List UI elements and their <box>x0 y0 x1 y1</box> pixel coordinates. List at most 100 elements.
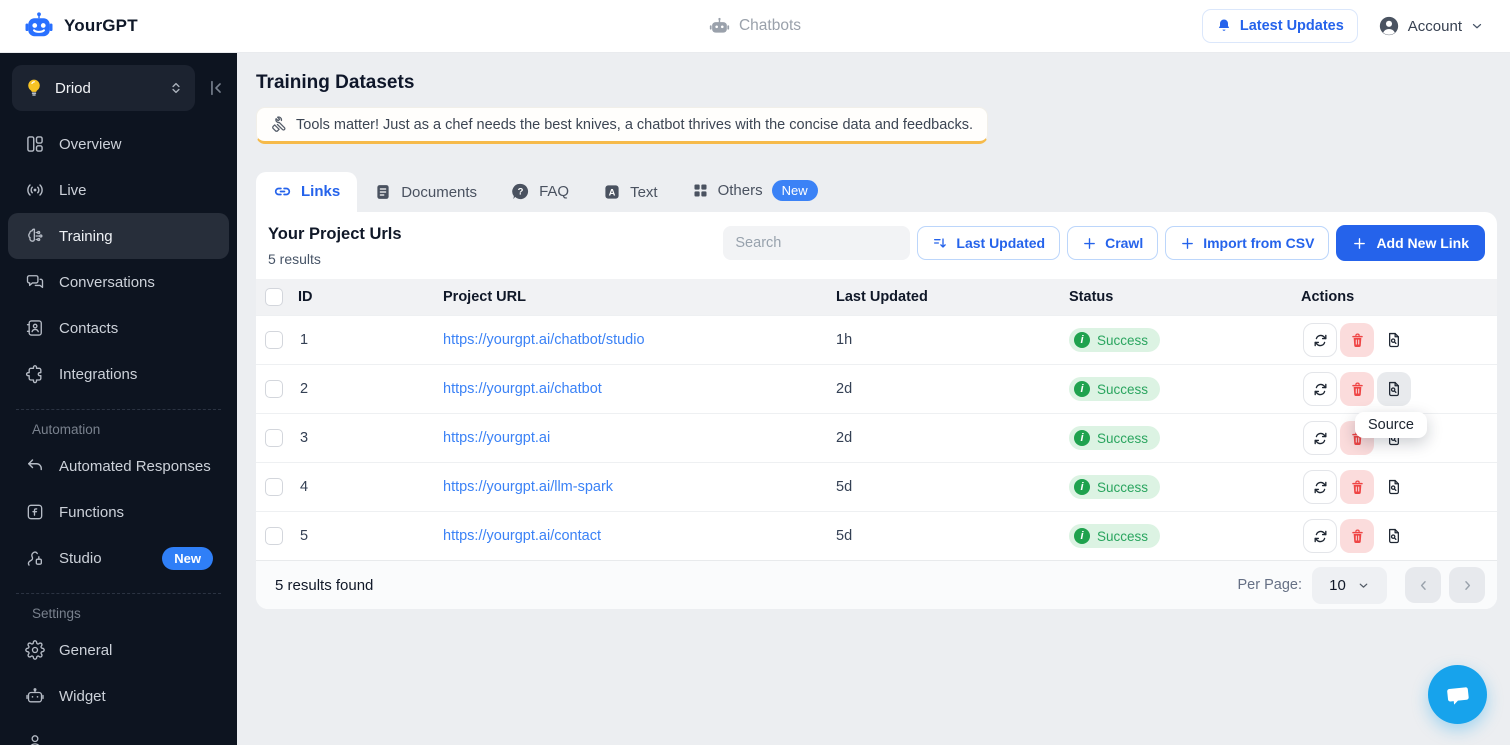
row-updated: 1h <box>836 332 853 348</box>
table-row: 2 https://yourgpt.ai/chatbot 2d i Success <box>256 364 1497 413</box>
row-checkbox[interactable] <box>265 527 283 545</box>
source-button[interactable] <box>1377 519 1411 553</box>
source-button[interactable] <box>1377 470 1411 504</box>
status-badge: i Success <box>1069 328 1161 352</box>
sidebar-item-cutoff[interactable] <box>8 719 229 745</box>
sidebar-item-integrations[interactable]: Integrations <box>8 351 229 397</box>
next-page-button[interactable] <box>1449 567 1485 603</box>
dataset-tabs: Links Documents ? FAQ A Text Others New <box>256 170 1497 212</box>
delete-button[interactable] <box>1340 470 1374 504</box>
section-automation: Automation <box>32 422 101 437</box>
source-button[interactable] <box>1377 323 1411 357</box>
sidebar-item-functions[interactable]: Functions <box>8 489 229 535</box>
hammer-wrench-icon <box>271 116 288 133</box>
import-from-csv-button[interactable]: Import from CSV <box>1165 226 1330 260</box>
tab-documents[interactable]: Documents <box>357 173 494 212</box>
document-icon <box>374 183 392 201</box>
project-url-link[interactable]: https://yourgpt.ai/chatbot <box>443 381 836 397</box>
sidebar-item-label: Widget <box>59 687 106 705</box>
link-icon <box>273 182 292 201</box>
sidebar-item-label: Overview <box>59 135 122 153</box>
sidebar-item-automated-responses[interactable]: Automated Responses <box>8 443 229 489</box>
chevron-down-icon <box>1470 19 1484 33</box>
project-url-link[interactable]: https://yourgpt.ai <box>443 430 836 446</box>
tab-label: Others <box>717 182 763 199</box>
row-checkbox[interactable] <box>265 380 283 398</box>
sort-label: Last Updated <box>956 235 1046 251</box>
reply-arrow-icon <box>24 455 46 477</box>
studio-new-badge: New <box>162 546 213 570</box>
recrawl-button[interactable] <box>1303 323 1337 357</box>
project-url-link[interactable]: https://yourgpt.ai/chatbot/studio <box>443 332 836 348</box>
contact-book-icon <box>24 317 46 339</box>
info-icon: i <box>1074 479 1090 495</box>
status-badge: i Success <box>1069 377 1161 401</box>
add-new-link-button[interactable]: Add New Link <box>1336 225 1485 261</box>
row-checkbox[interactable] <box>265 331 283 349</box>
table-row: 1 https://yourgpt.ai/chatbot/studio 1h i… <box>256 315 1497 364</box>
recrawl-button[interactable] <box>1303 372 1337 406</box>
tab-faq[interactable]: ? FAQ <box>494 172 586 212</box>
project-url-link[interactable]: https://yourgpt.ai/contact <box>443 528 836 544</box>
chat-bubbles-icon <box>24 271 46 293</box>
project-url-link[interactable]: https://yourgpt.ai/llm-spark <box>443 479 836 495</box>
sidebar-item-live[interactable]: Live <box>8 167 229 213</box>
chat-widget-launcher[interactable] <box>1428 665 1487 724</box>
crawl-label: Crawl <box>1105 235 1144 251</box>
sidebar-item-widget[interactable]: Widget <box>8 673 229 719</box>
account-menu[interactable]: Account <box>1378 15 1484 37</box>
row-checkbox[interactable] <box>265 478 283 496</box>
tab-label: FAQ <box>539 183 570 200</box>
recrawl-button[interactable] <box>1303 519 1337 553</box>
brain-icon <box>24 225 46 247</box>
crawl-button[interactable]: Crawl <box>1067 226 1159 260</box>
tab-label: Text <box>630 183 658 201</box>
sidebar-collapse-icon[interactable] <box>205 77 227 99</box>
lightbulb-icon <box>24 78 44 98</box>
row-checkbox[interactable] <box>265 429 283 447</box>
status-badge: i Success <box>1069 426 1161 450</box>
table-row: 3 https://yourgpt.ai 2d i Success <box>256 413 1497 462</box>
table-row: 4 https://yourgpt.ai/llm-spark 5d i Succe… <box>256 462 1497 511</box>
delete-button[interactable] <box>1340 323 1374 357</box>
column-header-updated: Last Updated <box>836 289 928 305</box>
source-button[interactable] <box>1377 372 1411 406</box>
yourgpt-logo-robot-icon <box>24 11 54 41</box>
row-updated: 5d <box>836 528 853 544</box>
previous-page-button[interactable] <box>1405 567 1441 603</box>
row-id: 5 <box>300 528 309 544</box>
workspace-selector[interactable]: Driod <box>12 65 195 111</box>
latest-updates-button[interactable]: Latest Updates <box>1201 9 1358 43</box>
sidebar-nav: Overview Live Training Conversations Con… <box>0 111 237 745</box>
sidebar-item-studio[interactable]: Studio New <box>8 535 229 581</box>
row-updated: 2d <box>836 430 853 446</box>
sidebar-item-contacts[interactable]: Contacts <box>8 305 229 351</box>
tab-links[interactable]: Links <box>256 172 358 212</box>
results-count: 5 results <box>268 251 321 267</box>
robot-icon <box>24 685 46 707</box>
tab-others[interactable]: Others New <box>675 170 835 212</box>
select-all-checkbox[interactable] <box>265 288 283 306</box>
sidebar-item-overview[interactable]: Overview <box>8 121 229 167</box>
recrawl-button[interactable] <box>1303 470 1337 504</box>
sidebar-item-training[interactable]: Training <box>8 213 229 259</box>
delete-button[interactable] <box>1340 372 1374 406</box>
search-input[interactable] <box>723 226 911 260</box>
tab-text[interactable]: A Text <box>586 173 675 212</box>
table-footer: 5 results found Per Page: 10 <box>256 560 1497 609</box>
recrawl-button[interactable] <box>1303 421 1337 455</box>
speech-bubble-icon <box>1443 680 1473 710</box>
nav-chatbots[interactable]: Chatbots <box>709 16 801 37</box>
per-page-select[interactable]: 10 <box>1312 566 1387 604</box>
tip-banner: Tools matter! Just as a chef needs the b… <box>256 107 989 144</box>
sidebar-item-general[interactable]: General <box>8 627 229 673</box>
sidebar-item-conversations[interactable]: Conversations <box>8 259 229 305</box>
tab-label: Links <box>301 183 341 200</box>
links-card: Your Project Urls 5 results Last Updated… <box>256 212 1497 609</box>
cable-icon <box>24 547 46 569</box>
sort-last-updated-button[interactable]: Last Updated <box>917 226 1061 260</box>
row-id: 1 <box>300 332 309 348</box>
delete-button[interactable] <box>1340 519 1374 553</box>
svg-text:A: A <box>609 187 616 197</box>
chevron-down-icon <box>1357 579 1370 592</box>
